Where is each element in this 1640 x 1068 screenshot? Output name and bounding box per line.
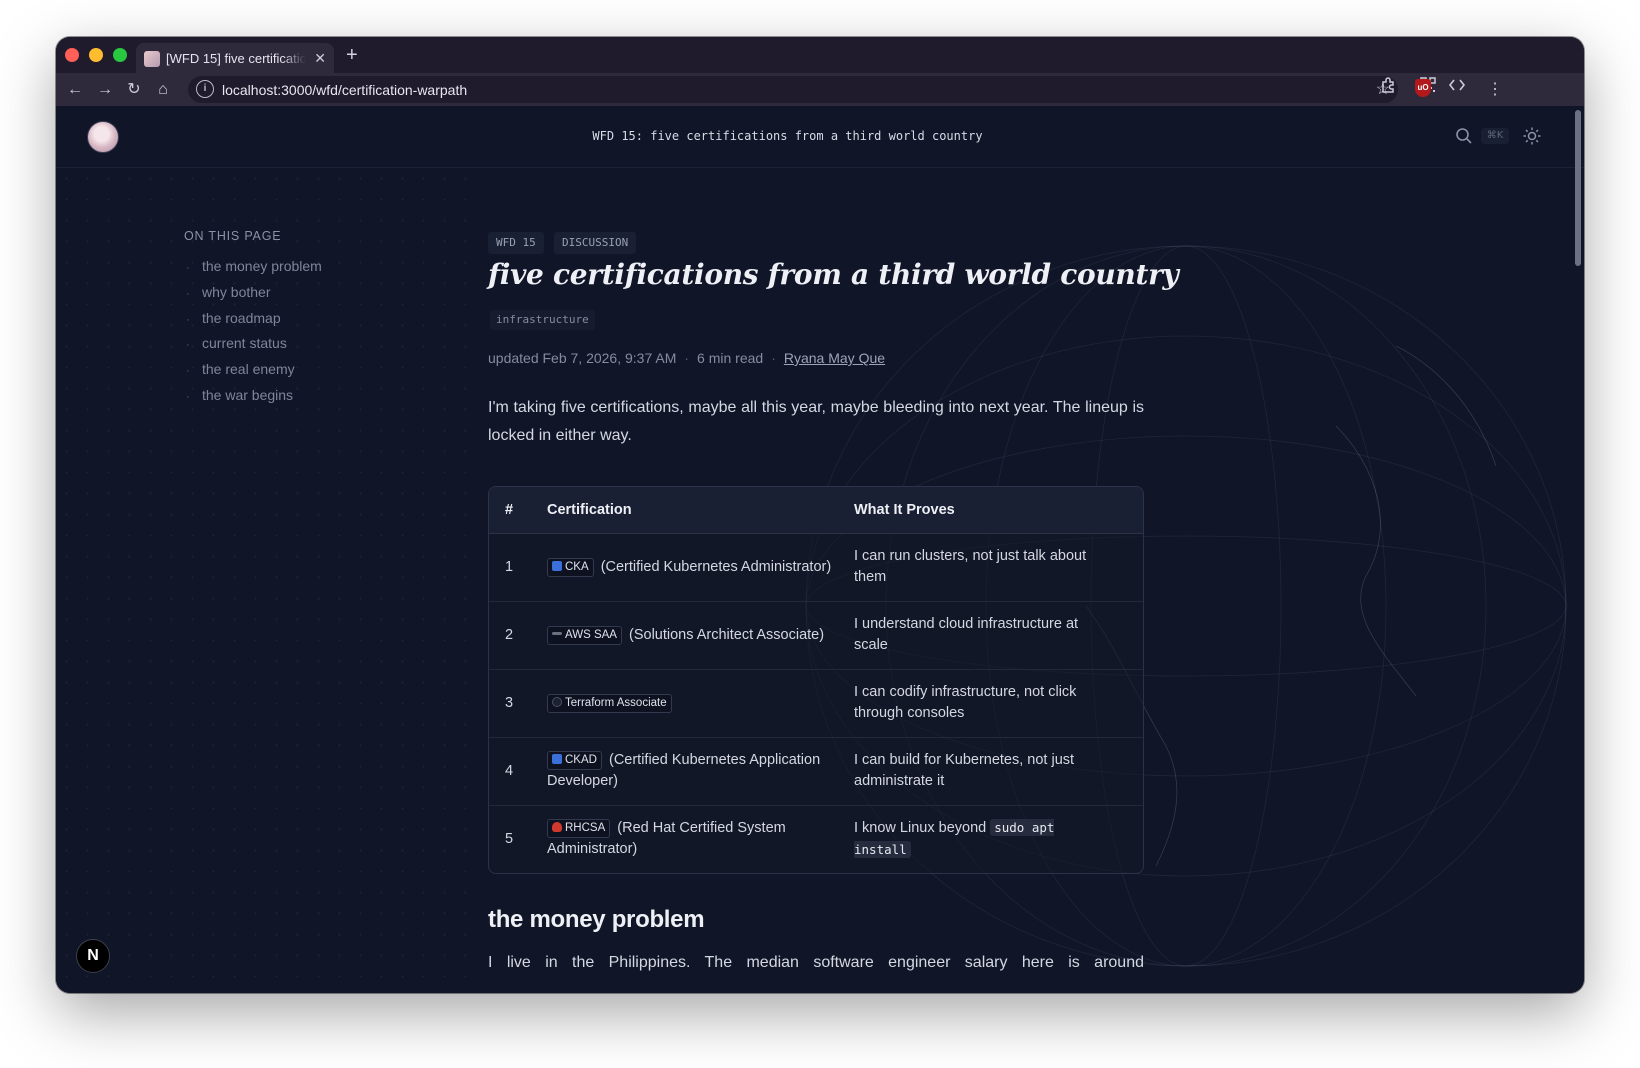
minimize-window-button[interactable] — [89, 48, 103, 62]
cert-badge: CKAD — [547, 751, 602, 770]
proves-cell: I can codify infrastructure, not click t… — [854, 669, 1143, 738]
certification-cell: CKAD (Certified Kubernetes Application D… — [547, 737, 854, 806]
certification-cell: AWS SAA (Solutions Architect Associate) — [547, 601, 854, 670]
certification-table: # Certification What It Proves 1 CKA (Ce… — [488, 486, 1144, 874]
table-row: 5 RHCSA (Red Hat Certified System Admini… — [489, 805, 1143, 873]
tab-close-button[interactable]: ✕ — [314, 49, 326, 67]
proves-cell: I can run clusters, not just talk about … — [854, 533, 1143, 602]
toc-item-why-bother[interactable]: · why bother — [186, 284, 270, 300]
web-page: WFD 15: five certifications from a third… — [56, 106, 1584, 993]
proves-cell: I understand cloud infrastructure at sca… — [854, 601, 1143, 670]
toc-item-label[interactable]: why bother — [202, 284, 270, 300]
row-number: 1 — [489, 533, 547, 602]
toc-item-label[interactable]: the money problem — [202, 258, 322, 274]
toc-item-war-begins[interactable]: · the war begins — [186, 387, 293, 403]
proves-cell: I can build for Kubernetes, not just adm… — [854, 737, 1143, 806]
topic-tag[interactable]: infrastructure — [490, 310, 595, 330]
read-time: 6 min read — [697, 350, 764, 366]
article-title: five certifications from a third world c… — [488, 258, 1179, 291]
nextjs-dev-indicator-button[interactable]: N — [76, 939, 110, 973]
certification-cell: Terraform Associate — [547, 669, 854, 738]
terraform-icon — [552, 696, 562, 707]
row-number: 2 — [489, 601, 547, 670]
cert-badge: Terraform Associate — [547, 693, 672, 713]
section-heading-money-problem: the money problem — [488, 906, 705, 933]
proves-cell: I know Linux beyond sudo apt install — [854, 819, 1055, 859]
kubernetes-icon — [552, 560, 562, 571]
toc-heading: ON THIS PAGE — [184, 229, 282, 243]
maximize-window-button[interactable] — [113, 48, 127, 62]
home-icon[interactable]: ⌂ — [152, 79, 174, 101]
toc-item-roadmap[interactable]: · the roadmap — [186, 310, 281, 326]
page-title: WFD 15: five certifications from a third… — [592, 129, 983, 143]
browser-tab[interactable]: [WFD 15] five certifications from a thir… — [136, 43, 334, 73]
table-row: 2 AWS SAA (Solutions Architect Associate… — [489, 601, 1143, 670]
toc-item-label[interactable]: the war begins — [202, 387, 293, 403]
cert-badge: AWS SAA — [547, 625, 622, 645]
toc-item-real-enemy[interactable]: · the real enemy — [186, 361, 295, 377]
new-tab-button[interactable]: + — [346, 43, 358, 67]
toc-item-label[interactable]: the real enemy — [202, 361, 295, 377]
browser-menu-icon[interactable]: ⋮ — [1484, 79, 1506, 101]
tab-title: [WFD 15] five certifications from a thir… — [166, 51, 306, 66]
series-chip: WFD 15 — [488, 232, 544, 254]
scrollbar-thumb[interactable] — [1575, 110, 1581, 266]
category-chip: DISCUSSION — [554, 232, 637, 254]
aws-icon — [552, 631, 562, 635]
toc-item-money-problem[interactable]: · the money problem — [186, 258, 322, 274]
section-paragraph: I live in the Philippines. The median so… — [488, 954, 1144, 971]
site-header: WFD 15: five certifications from a third… — [56, 106, 1584, 168]
table-row: 1 CKA (Certified Kubernetes Administrato… — [489, 533, 1143, 602]
tab-favicon-icon — [144, 51, 160, 67]
back-icon[interactable]: ← — [64, 79, 86, 101]
intro-paragraph: I'm taking five certifications, maybe al… — [488, 399, 1144, 444]
cert-badge: RHCSA — [547, 819, 611, 839]
ublock-extension-icon[interactable]: uO — [1415, 79, 1431, 97]
tab-strip: [WFD 15] five certifications from a thir… — [56, 37, 1584, 73]
browser-window: [WFD 15] five certifications from a thir… — [56, 37, 1584, 993]
kubernetes-icon — [552, 754, 562, 764]
extensions-puzzle-icon[interactable] — [1378, 76, 1400, 98]
column-header-number: # — [489, 487, 547, 534]
table-row: 4 CKAD (Certified Kubernetes Application… — [489, 737, 1143, 806]
browser-toolbar: ← → ↻ ⌂ i localhost:3000/wfd/certificati… — [56, 73, 1584, 106]
site-info-icon[interactable]: i — [196, 80, 214, 98]
row-number: 3 — [489, 669, 547, 738]
column-header-proves: What It Proves — [854, 487, 1143, 534]
column-header-certification: Certification — [547, 487, 854, 534]
forward-icon[interactable]: → — [94, 79, 116, 101]
url-text[interactable]: localhost:3000/wfd/certification-warpath — [222, 82, 467, 98]
search-shortcut-hint: ⌘K — [1481, 128, 1509, 144]
cert-badge: CKA — [547, 557, 594, 577]
redhat-icon — [552, 822, 562, 833]
toc-item-current-status[interactable]: · current status — [186, 335, 287, 351]
close-window-button[interactable] — [65, 48, 79, 62]
row-number: 4 — [489, 737, 547, 806]
author-link[interactable]: Ryana May Que — [784, 350, 885, 366]
devtools-code-icon[interactable] — [1446, 76, 1468, 98]
toc-item-label[interactable]: the roadmap — [202, 310, 281, 326]
certification-cell: RHCSA (Red Hat Certified System Administ… — [547, 819, 786, 858]
table-row: 3 Terraform Associate I can codify infra… — [489, 669, 1143, 738]
certification-cell: CKA (Certified Kubernetes Administrator) — [547, 533, 854, 602]
theme-toggle-sun-icon[interactable] — [1522, 126, 1542, 146]
table-header-row: # Certification What It Proves — [489, 487, 1143, 534]
toc-item-label[interactable]: current status — [202, 335, 287, 351]
search-icon[interactable] — [1455, 127, 1473, 145]
reload-icon[interactable]: ↻ — [123, 79, 145, 101]
page-scrollbar[interactable] — [1574, 106, 1582, 276]
article-meta: updated Feb 7, 2026, 9:37 AM · 6 min read ·… — [488, 350, 886, 366]
address-bar[interactable]: i localhost:3000/wfd/certification-warpa… — [188, 76, 1398, 103]
row-number: 5 — [505, 830, 514, 847]
updated-date: updated Feb 7, 2026, 9:37 AM — [488, 350, 677, 366]
